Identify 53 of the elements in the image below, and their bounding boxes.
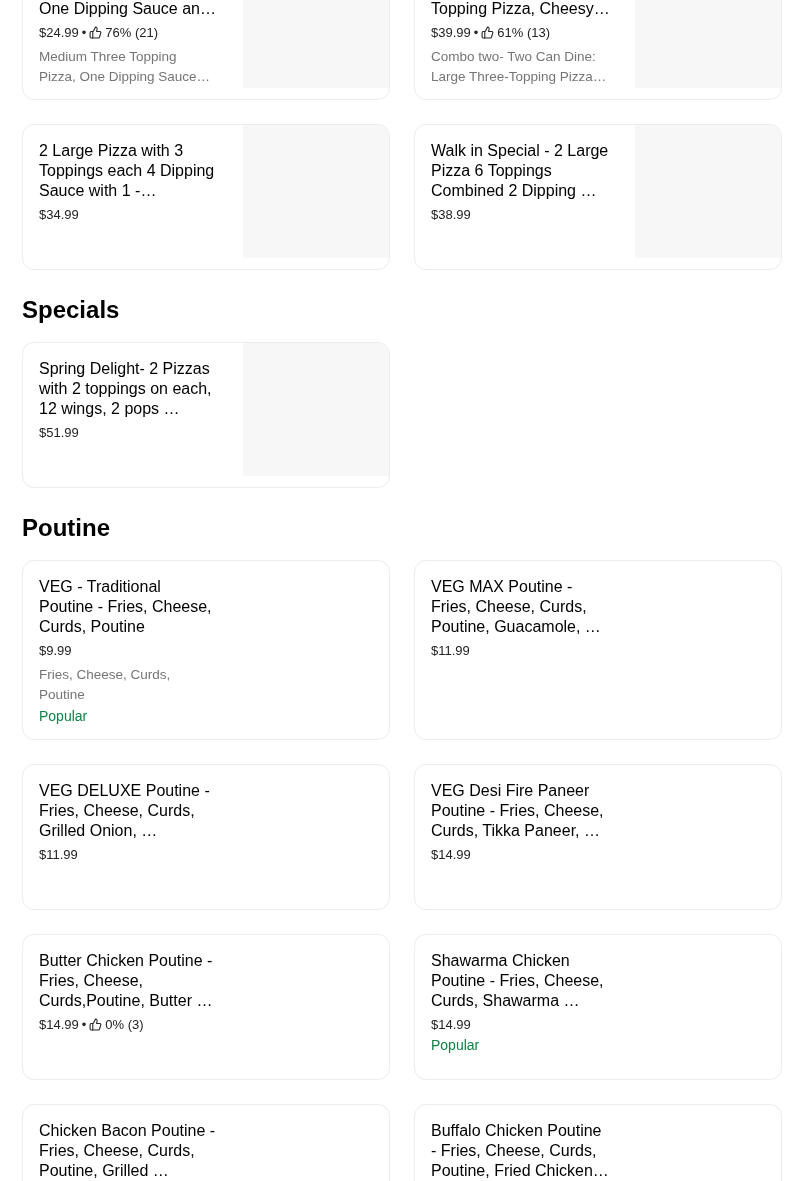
item-title: 2 Large Pizza with 3 Toppings each 4 Dipping Sauce with 1 -… (39, 141, 216, 201)
separator-dot: • (473, 24, 479, 42)
item-title: VEG Desi Fire Paneer Poutine - Fries, Cheese, Curds, Tikka Paneer, … (431, 780, 605, 841)
item-description: Combo two- Two Can Dine: Large Three-Topping Pizza… (431, 47, 607, 86)
popular-label: Popular (39, 706, 89, 726)
item-price: $11.99 (39, 845, 78, 864)
section-heading: Poutine (22, 513, 111, 543)
item-price: $11.99 (431, 642, 470, 660)
item-price: $39.99 (431, 24, 471, 42)
item-title: Butter Chicken Poutine - Fries, Cheese, Curds,Poutine, Butter … (39, 950, 214, 1011)
menu-item-card[interactable]: Chicken Bacon Poutine - Fries, Cheese, Curds, Poutine, Grilled … (22, 1103, 390, 1181)
popular-label: Popular (431, 1036, 481, 1055)
menu-item-card[interactable]: 2 Large Pizza with 3 Toppings each 4 Dipping Sauce with 1 -… $34.99 (22, 124, 390, 270)
item-rating: 61% (13) (497, 24, 551, 42)
item-title: VEG DELUXE Poutine - Fries, Cheese, Curds, Grilled Onion, … (39, 780, 211, 841)
item-description: Medium Three Topping Pizza, One Dipping Sauce… (39, 47, 212, 86)
item-description: Fries, Cheese, Curds, Poutine (39, 665, 172, 704)
item-rating: 0% (3) (105, 1015, 144, 1034)
menu-item-card[interactable]: VEG Desi Fire Paneer Poutine - Fries, Cheese, Curds, Tikka Paneer, … $14.99 (414, 763, 782, 910)
item-title: Topping Pizza, Cheesy… (431, 0, 611, 19)
thumbs-up-icon (89, 1017, 103, 1031)
item-title: Spring Delight- 2 Pizzas with 2 toppings on each, 12 wings, 2 pops … (39, 359, 213, 419)
menu-item-card[interactable]: VEG MAX Poutine - Fries, Cheese, Curds, Poutine, Guacamole, … $11.99 (414, 560, 782, 740)
item-title: VEG - Traditional Poutine - Fries, Cheese, Curds, Poutine (39, 577, 213, 637)
item-price: $14.99 (431, 845, 471, 864)
section-heading: Specials (22, 295, 121, 325)
menu-item-card[interactable]: Spring Delight- 2 Pizzas with 2 toppings on each, 12 wings, 2 pops … $51.99 (22, 342, 390, 488)
item-title: Chicken Bacon Poutine - Fries, Cheese, Curds, Poutine, Grilled … (39, 1120, 217, 1181)
item-title: Buffalo Chicken Poutine - Fries, Cheese, Curds, Poutine, Fried Chicken… (431, 1120, 610, 1181)
item-price: $14.99 (431, 1015, 471, 1034)
menu-item-card[interactable]: VEG DELUXE Poutine - Fries, Cheese, Curds, Grilled Onion, … $11.99 (22, 763, 390, 910)
separator-dot: • (81, 1015, 87, 1034)
item-price: $14.99 (39, 1015, 79, 1034)
item-rating: 76% (21) (105, 24, 159, 42)
menu-item-card[interactable]: VEG - Traditional Poutine - Fries, Cheese, Curds, Poutine $9.99 Fries, Cheese, Curds, Poutine Popular (22, 560, 390, 740)
separator-dot: • (81, 24, 87, 42)
item-title: Walk in Special - 2 Large Pizza 6 Toppings Combined 2 Dipping … (431, 141, 610, 201)
menu-item-card[interactable]: Topping Pizza, Cheesy… $39.99 • 61% (13) Combo two- Two Can Dine: Large Three-Topping Pizza… (414, 0, 782, 100)
menu-item-card[interactable]: Buffalo Chicken Poutine - Fries, Cheese, Curds, Poutine, Fried Chicken… (414, 1103, 782, 1181)
menu-item-card[interactable]: Butter Chicken Poutine - Fries, Cheese, Curds,Poutine, Butter … $14.99 • 0% (3) (22, 933, 390, 1080)
item-price: $38.99 (431, 206, 471, 224)
item-price: $24.99 (39, 24, 79, 42)
menu-item-card[interactable]: One Dipping Sauce an… $24.99 • 76% (21) Medium Three Topping Pizza, One Dipping Sauce… (22, 0, 390, 100)
menu-item-card[interactable]: Walk in Special - 2 Large Pizza 6 Toppings Combined 2 Dipping … $38.99 (414, 124, 782, 270)
item-title: VEG MAX Poutine - Fries, Cheese, Curds, Poutine, Guacamole, … (431, 577, 602, 637)
item-title: Shawarma Chicken Poutine - Fries, Cheese, Curds, Shawarma … (431, 950, 605, 1011)
item-price: $9.99 (39, 642, 72, 660)
thumbs-up-icon (89, 26, 103, 40)
item-price: $51.99 (39, 424, 79, 442)
menu-item-card[interactable]: Shawarma Chicken Poutine - Fries, Cheese, Curds, Shawarma … $14.99 Popular (414, 933, 782, 1080)
thumbs-up-icon (481, 26, 495, 40)
item-price: $34.99 (39, 206, 79, 224)
item-title: One Dipping Sauce an… (39, 0, 217, 19)
